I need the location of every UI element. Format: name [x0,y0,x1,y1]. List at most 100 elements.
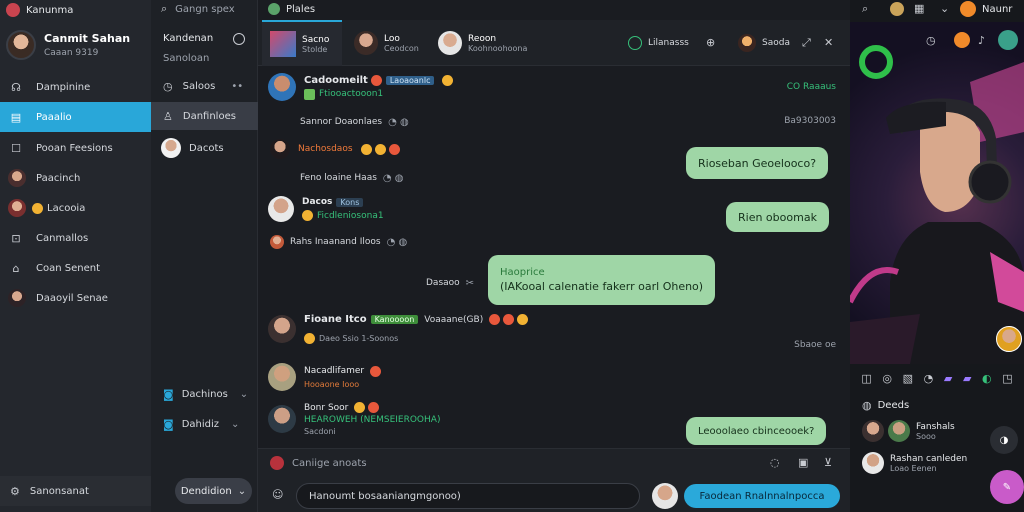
scissors-icon: ✂ [465,277,475,289]
top-right-user[interactable]: Naunr [960,0,1012,18]
mic-icon[interactable]: ◎ [882,372,892,385]
globe-icon[interactable]: ⊕ [706,36,715,49]
viewer-item-0[interactable]: Fanshals Sooo [862,418,955,444]
emoji-icon [304,333,315,344]
chat-bubble-icon[interactable]: ◌ [770,456,780,469]
close-icon[interactable]: ✕ [824,36,833,49]
chevron-down-icon[interactable]: ⌄ [231,419,239,430]
outgoing-bubble-2[interactable]: Haoprice (IAKooal calenatie fakerr oarl … [488,255,716,305]
avatar [888,420,910,442]
avatar[interactable] [954,32,970,48]
composer-placeholder[interactable]: Caniige anoats [292,458,367,469]
status-ring-icon[interactable] [233,33,245,45]
download-icon[interactable]: ⊻ [824,456,832,469]
avatar [862,420,884,442]
record-icon[interactable] [270,456,284,470]
group-icon: ◙ [163,387,174,401]
alarm-icon[interactable]: ◷ [926,34,936,47]
outgoing-bubble-0[interactable]: Rioseban Geoelooco? [686,147,829,179]
image-icon[interactable]: ▣ [798,456,808,469]
tab-0[interactable]: Sacno Stolde [262,20,342,66]
search-icon[interactable]: ⌕ [862,2,868,16]
compass-icon[interactable]: ◐ [982,372,992,385]
more-icon[interactable]: •• [231,81,243,92]
message-author[interactable]: Nacadlifamer [304,366,364,376]
sidebar-item-label: Lacooia [47,202,86,214]
chevron-down-icon[interactable]: ⌄ [240,389,248,400]
message-author[interactable]: Fioane Itco [304,314,367,325]
outgoing-bubble-3[interactable]: Leooolaeo cbinceooek? [686,417,827,445]
viewer-item-1[interactable]: Rashan canleden Loao Eenen [862,450,967,476]
search-bar[interactable]: ⌕ Gangn spex [161,0,235,18]
expand-icon[interactable]: ⤢ [802,36,811,50]
profile-card[interactable]: Canmit Sahan Caaan 9319 [6,28,130,62]
channel-item-0[interactable]: ◷ Saloos •• [151,72,258,100]
header-status[interactable]: Lilanasss [628,34,689,52]
sidebar-item-label: Paacinch [36,172,81,184]
live-stream-video[interactable]: ◷ ♪ [850,22,1024,364]
message-author[interactable]: Nachosdaos [298,144,353,154]
screen-share-icon[interactable]: ▧ [903,372,913,385]
user-tag: Laoaoanlc [385,75,435,85]
composer-top[interactable]: Caniige anoats [270,455,367,471]
tab-2[interactable]: Reoon Koohnoohoona [430,20,550,66]
sidebar-item-1[interactable]: ▤ Paaalio [0,102,151,132]
status-icon [628,36,642,50]
outgoing-bubble-1[interactable]: Rien oboomak [726,202,829,232]
camera-icon[interactable]: ◫ [861,372,871,385]
header-user[interactable]: Saoda [738,33,790,53]
app-logo [268,3,280,15]
sidebar-item-6[interactable]: ⌂ Coan Senent [0,253,151,283]
chevron-down-icon[interactable]: ⌄ [940,2,949,15]
grid-icon[interactable]: ▦ [914,2,924,15]
avatar [270,235,284,249]
channel-item-label: Danfinloes [182,110,236,122]
emoji-picker-icon[interactable]: ☺ [272,488,283,501]
sidebar-item-label: Paaalio [36,111,72,123]
app-header: Kanunma [6,2,73,18]
fullscreen-icon[interactable]: ◳ [1002,372,1012,385]
mic-icon[interactable]: ♪ [978,34,985,47]
tab-1[interactable]: Loo Ceodcon [346,20,428,66]
channel-group-0[interactable]: ◙ Dachinos ⌄ [163,385,248,403]
clock-icon: ◷ [163,79,173,93]
avatar [8,169,26,187]
compose-fab-button[interactable]: ✎ [990,470,1024,504]
channel-item-1[interactable]: ♙ Danfinloes [151,102,258,130]
avatar[interactable] [652,483,678,509]
compass-icon[interactable]: ◑ [990,426,1018,454]
message-author[interactable]: Cadoomeilt [304,75,368,86]
search-input[interactable]: Gangn spex [175,4,235,15]
message-text: Ficdleniosona1 [317,210,384,221]
sidebar-bottom-bar[interactable]: ⚙ Sanonsanat [0,476,151,506]
user-tag: Kanoooon [370,315,419,324]
sidebar-item-7[interactable]: Daaoyil Senae [0,283,151,313]
channel-item-2[interactable]: Dacots [151,134,258,162]
emoji-icon [388,143,400,155]
sidebar-item-0[interactable]: ☊ Dampinine [0,72,151,102]
emoji-icon [354,402,366,413]
sidebar-item-5[interactable]: ⊡ Canmallos [0,223,151,253]
sidebar-item-2[interactable]: ☐ Pooan Feesions [0,133,151,163]
message-input[interactable]: Hanoumt bosaaniangmgonoo) [296,483,640,509]
sidebar-item-4[interactable]: Lacooia [0,193,151,223]
profile-avatar[interactable] [6,30,36,60]
avatar [161,138,181,158]
avatar[interactable] [890,2,904,16]
emoji-icon [489,314,501,325]
boost-icon[interactable]: ▰ [944,372,952,385]
message-author[interactable]: Bonr Soor [304,403,348,413]
channel-bottom-button[interactable]: Dendidion ⌄ [175,478,252,504]
emoji-picker-icon[interactable]: ◔ [924,372,934,385]
avatar [268,363,296,391]
send-button[interactable]: Faodean Rnalnnalnpocca [684,484,840,508]
boost-icon[interactable]: ▰ [963,372,971,385]
channel-group-1[interactable]: ◙ Dahidiz ⌄ [163,415,239,433]
avatar [960,1,976,17]
chat-tabbar: Sacno Stolde Loo Ceodcon Reoon Koohnooho… [258,20,850,66]
message-author[interactable]: Dacos [302,197,332,207]
avatar [996,326,1022,352]
sidebar-item-3[interactable]: Paacinch [0,163,151,193]
sidebar-item-label: Coan Senent [36,262,100,274]
share-icon[interactable] [998,30,1018,50]
